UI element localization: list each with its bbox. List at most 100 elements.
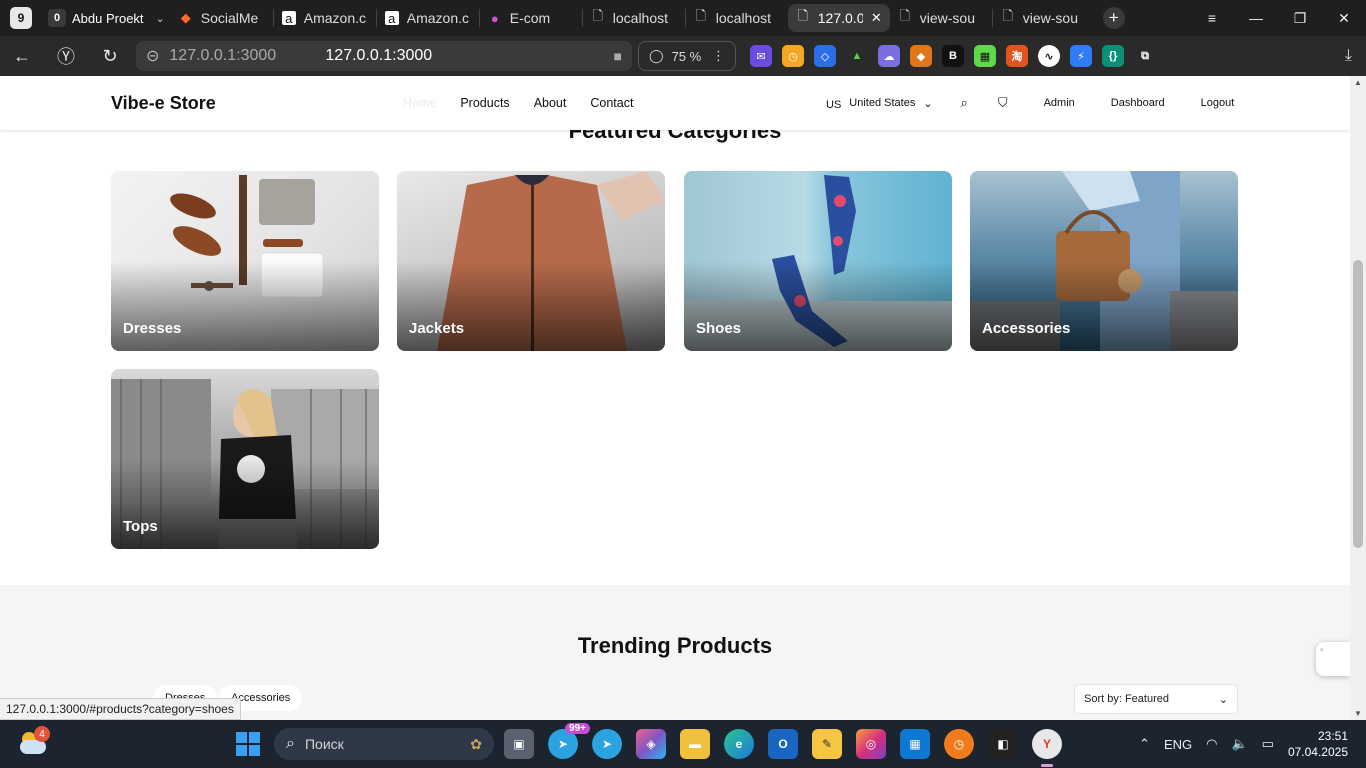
browser-tab[interactable]: 🗋 localhost [583, 4, 685, 32]
sort-select[interactable]: Sort by: Featured ⌄ [1074, 684, 1238, 714]
extension-ghost-icon[interactable]: ☁ [878, 45, 900, 67]
dashboard-link[interactable]: Dashboard [1111, 97, 1165, 109]
telegram-icon[interactable]: ➤ [592, 729, 622, 759]
sort-label: Sort by: Featured [1084, 693, 1169, 705]
wifi-icon[interactable]: ◠ [1206, 736, 1217, 752]
tab-title: 127.0.0 [817, 10, 863, 26]
clock-app-icon[interactable]: ◷ [944, 729, 974, 759]
extension-mail-icon[interactable]: ✉ [750, 45, 772, 67]
extension-clock-icon[interactable]: ◷ [782, 45, 804, 67]
chevron-up-icon[interactable]: ⌃ [1139, 736, 1150, 752]
browser-tab[interactable]: a Amazon.c [377, 4, 479, 32]
browser-tab[interactable]: 🗋 localhost [686, 4, 788, 32]
reload-icon[interactable]: ↻ [88, 46, 132, 67]
extensions-puzzle-icon[interactable]: ⧉ [1134, 45, 1156, 67]
start-button[interactable] [236, 732, 260, 756]
tab-group[interactable]: 0 Abdu Proekt ⌄ [42, 4, 171, 32]
broken-image-widget[interactable]: ▫ [1316, 642, 1350, 676]
extension-bolt-icon[interactable]: ⚡ [1070, 45, 1092, 67]
category-card-dresses[interactable]: Dresses [111, 171, 379, 351]
nav-contact[interactable]: Contact [590, 96, 633, 110]
scroll-down-icon[interactable]: ▼ [1350, 709, 1366, 718]
extensions: ✉ ◷ ◇ ▲ ☁ ◆ B ▦ 淘 ∿ ⚡ {} ⧉ [750, 45, 1156, 67]
copilot-icon[interactable]: ◈ [636, 729, 666, 759]
category-card-jackets[interactable]: Jackets [397, 171, 665, 351]
scrollbar-thumb[interactable] [1353, 260, 1363, 548]
close-tab-icon[interactable]: ✕ [871, 10, 882, 26]
card-overlay [684, 261, 952, 351]
store-icon[interactable]: ▦ [900, 729, 930, 759]
extension-grid-icon[interactable]: ▦ [974, 45, 996, 67]
brand-logo[interactable]: Vibe-e Store [111, 93, 216, 114]
category-card-tops[interactable]: Tops [111, 369, 379, 549]
country-code: US [826, 99, 842, 111]
site-info-icon[interactable]: ⊝ [146, 46, 159, 66]
nav-products[interactable]: Products [460, 96, 509, 110]
extension-chart-icon[interactable]: ▲ [846, 45, 868, 67]
new-tab-button[interactable]: + [1102, 7, 1125, 29]
scroll-up-icon[interactable]: ▲ [1350, 78, 1366, 87]
category-card-shoes[interactable]: Shoes [684, 171, 952, 351]
more-icon[interactable]: ⋮ [712, 48, 725, 64]
menu-icon[interactable]: ≡ [1190, 10, 1234, 26]
logout-link[interactable]: Logout [1201, 97, 1235, 109]
minimize-icon[interactable]: — [1234, 10, 1278, 26]
browser-tab-active[interactable]: 🗋 127.0.0 ✕ [787, 4, 890, 32]
browser-tab[interactable]: ● E-com [480, 4, 582, 32]
weather-badge: 4 [34, 726, 50, 742]
clock[interactable]: 23:51 07.04.2025 [1288, 728, 1348, 760]
nav-about[interactable]: About [534, 96, 567, 110]
tab-count-button[interactable]: 9 [10, 7, 32, 29]
extension-wave-icon[interactable]: ∿ [1038, 45, 1060, 67]
telegram-icon[interactable]: ➤ 99+ [548, 723, 590, 759]
bookmark-icon[interactable]: ■ [614, 48, 622, 64]
taskbar-search-placeholder: Поиск [304, 736, 344, 752]
card-overlay [111, 459, 379, 549]
restore-icon[interactable]: ❐ [1278, 10, 1322, 27]
download-icon[interactable]: ⤓ [1345, 47, 1352, 65]
search-icon: ⌕ [286, 735, 295, 752]
browser-tab[interactable]: a Amazon.c [274, 4, 376, 32]
chevron-down-icon[interactable]: ⌄ [156, 12, 165, 25]
notes-icon[interactable]: ✎ [812, 729, 842, 759]
close-window-icon[interactable]: ✕ [1322, 10, 1366, 27]
page-scrollbar[interactable]: ▲ ▼ [1350, 76, 1366, 720]
cube-app-icon[interactable]: ◧ [988, 729, 1018, 759]
chevron-down-icon: ⌄ [923, 97, 933, 110]
browser-tab[interactable]: 🗋 view-sou [890, 4, 992, 32]
clock-time: 23:51 [1317, 729, 1348, 743]
back-icon[interactable]: ← [0, 46, 44, 67]
volume-icon[interactable]: 🔈 [1231, 736, 1247, 752]
extension-box-icon[interactable]: ◇ [814, 45, 836, 67]
nav-home[interactable]: Home [403, 96, 436, 110]
taskbar-search[interactable]: ⌕ Поиск ✿ [274, 728, 494, 760]
category-name: Tops [123, 518, 158, 535]
yandex-icon[interactable]: Ⓨ [44, 43, 88, 69]
task-view-icon[interactable]: ▣ [504, 729, 534, 759]
bitcoin-icon[interactable]: B [942, 45, 964, 67]
metamask-icon[interactable]: ◆ [910, 45, 932, 67]
battery-icon[interactable]: ▭ [1262, 736, 1274, 752]
instagram-icon[interactable]: ◎ [856, 729, 886, 759]
admin-link[interactable]: Admin [1044, 97, 1075, 109]
browser-tab[interactable]: ◆ SocialMe [171, 4, 273, 32]
edge-icon[interactable]: e [724, 729, 754, 759]
zoom-level: 75 % [671, 48, 702, 64]
outlook-icon[interactable]: O [768, 729, 798, 759]
file-explorer-icon[interactable]: ▬ [680, 729, 710, 759]
country-name: United States [849, 97, 916, 109]
zoom-indicator[interactable]: ◯ 75 % ⋮ [638, 41, 736, 71]
category-card-accessories[interactable]: Accessories [970, 171, 1238, 351]
yandex-browser-icon[interactable]: Y [1032, 729, 1062, 767]
language-indicator[interactable]: ENG [1164, 737, 1192, 752]
extension-json-icon[interactable]: {} [1102, 45, 1124, 67]
tab-title: view-sou [1022, 10, 1079, 26]
browser-tab[interactable]: 🗋 view-sou [993, 4, 1095, 32]
country-selector[interactable]: US United States ⌄ [826, 95, 933, 111]
search-icon[interactable]: ⌕ [961, 95, 968, 111]
extension-taobao-icon[interactable]: 淘 [1006, 45, 1028, 67]
address-url[interactable]: 127.0.0.1:3000 [325, 47, 603, 65]
weather-widget[interactable]: 4 [18, 726, 50, 758]
address-bar[interactable]: ⊝ 127.0.0.1:3000 127.0.0.1:3000 ■ [136, 41, 632, 71]
cart-icon[interactable]: ⛉ [998, 95, 1008, 111]
